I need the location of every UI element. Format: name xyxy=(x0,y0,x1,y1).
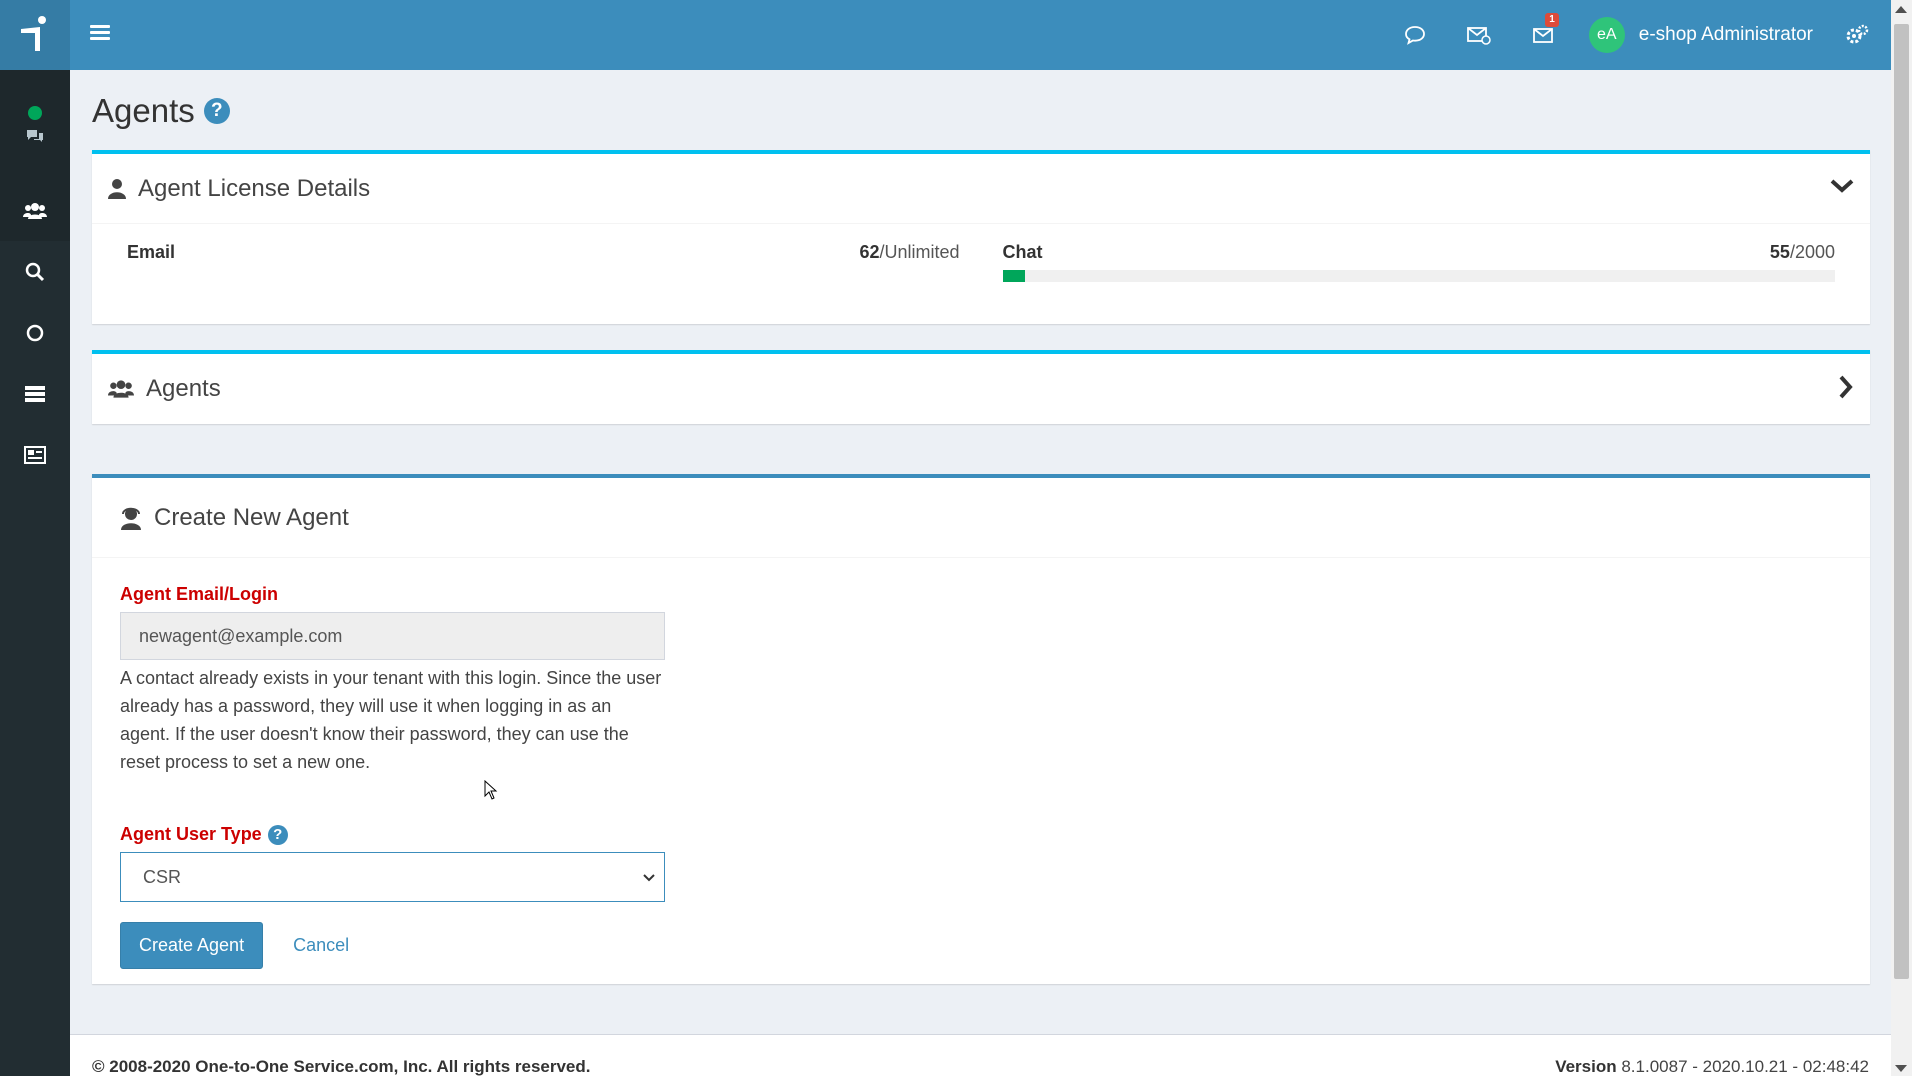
user-icon xyxy=(108,178,126,199)
user-type-help-icon[interactable]: ? xyxy=(267,824,288,845)
chat-license-progress xyxy=(1002,270,1835,282)
mouse-cursor-icon xyxy=(484,780,498,800)
sidebar-item-circle[interactable] xyxy=(0,302,70,363)
scroll-up-icon[interactable] xyxy=(1895,6,1907,13)
sidebar-item-servers[interactable] xyxy=(0,363,70,424)
email-license: Email 62/Unlimited xyxy=(127,242,960,262)
scroll-down-icon[interactable] xyxy=(1895,1065,1907,1072)
chat-icon[interactable] xyxy=(1383,0,1447,70)
page-title: Agents ? xyxy=(92,92,230,130)
sidebar-item-reports[interactable] xyxy=(0,424,70,485)
create-agent-panel: Create New Agent Agent Email/Login newag… xyxy=(92,474,1870,984)
cancel-link[interactable]: Cancel xyxy=(293,935,349,956)
agent-user-type-select[interactable]: CSR xyxy=(120,852,665,902)
sidebar-item-chat-status[interactable] xyxy=(0,70,70,180)
version-info: Version 8.1.0087 - 2020.10.21 - 02:48:42 xyxy=(1555,1057,1869,1076)
online-status-dot xyxy=(28,106,42,120)
user-name: e-shop Administrator xyxy=(1638,24,1813,45)
user-menu[interactable]: eA e-shop Administrator xyxy=(1575,0,1837,70)
agents-panel-title: Agents xyxy=(146,375,221,402)
settings-gears-icon[interactable] xyxy=(1837,0,1877,70)
agent-email-label: Agent Email/Login xyxy=(120,584,279,604)
agents-panel: Agents xyxy=(92,350,1870,424)
sidebar xyxy=(0,70,70,1076)
inbox-badge: 1 xyxy=(1545,13,1559,27)
top-navbar: 1 eA e-shop Administrator xyxy=(0,0,1891,70)
chevron-down-icon xyxy=(642,869,656,890)
page-footer: © 2008-2020 One-to-One Service.com, Inc.… xyxy=(70,1034,1891,1076)
sidebar-toggle-button[interactable] xyxy=(88,22,112,46)
help-icon[interactable]: ? xyxy=(203,98,230,124)
page-scrollbar[interactable] xyxy=(1891,0,1912,1076)
mail-settings-icon[interactable] xyxy=(1447,0,1511,70)
users-icon xyxy=(108,380,134,398)
expand-chevron-icon[interactable] xyxy=(1838,375,1854,404)
collapse-chevron-icon[interactable] xyxy=(1830,178,1854,199)
inbox-icon[interactable]: 1 xyxy=(1511,0,1575,70)
license-details-panel: Agent License Details Email 62/Unlimited… xyxy=(92,150,1870,324)
server-icon xyxy=(25,385,45,402)
sidebar-item-search[interactable] xyxy=(0,241,70,302)
app-logo[interactable] xyxy=(0,0,70,70)
chat-license-progress-fill xyxy=(1002,270,1026,282)
scroll-thumb[interactable] xyxy=(1894,24,1909,979)
create-agent-button[interactable]: Create Agent xyxy=(120,922,264,969)
avatar: eA xyxy=(1588,17,1625,53)
chat-bubbles-icon xyxy=(27,130,43,142)
users-icon xyxy=(23,202,47,219)
id-card-icon xyxy=(24,445,46,464)
agent-user-type-label: Agent User Type ? xyxy=(120,824,1842,845)
agent-email-field[interactable]: newagent@example.com xyxy=(120,612,665,660)
agent-headset-icon xyxy=(121,507,141,530)
create-agent-title: Create New Agent xyxy=(154,503,349,531)
copyright-text: © 2008-2020 One-to-One Service.com, Inc.… xyxy=(92,1057,591,1076)
license-panel-title: Agent License Details xyxy=(138,174,371,202)
sidebar-item-agents[interactable] xyxy=(0,180,70,241)
chat-license: Chat 55/2000 xyxy=(1002,242,1835,322)
search-icon xyxy=(25,262,45,281)
circle-icon xyxy=(26,324,44,341)
logo-icon xyxy=(21,16,46,51)
email-help-text: A contact already exists in your tenant … xyxy=(120,668,662,772)
